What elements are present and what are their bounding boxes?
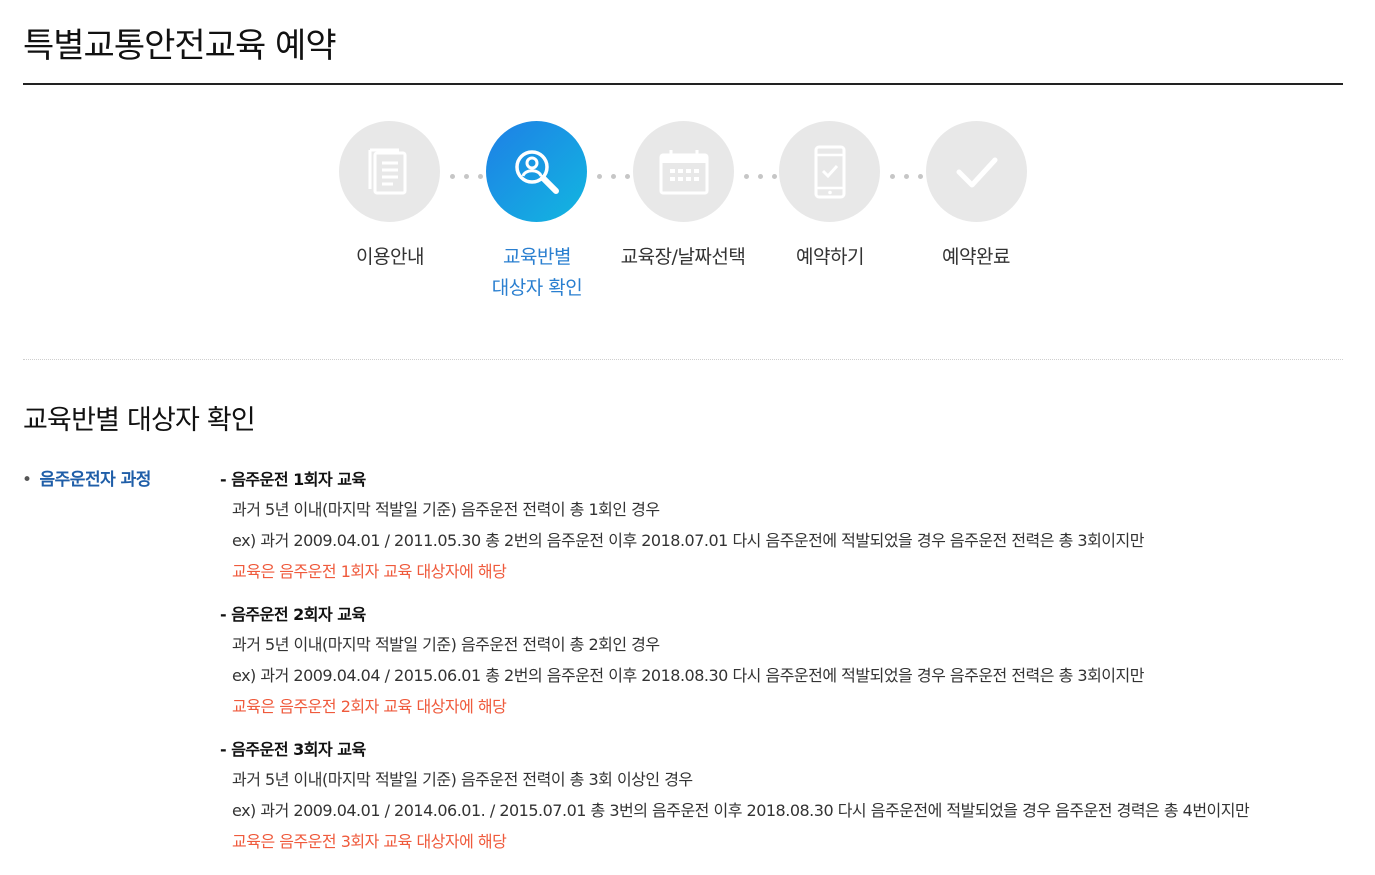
- check-icon: [956, 157, 997, 187]
- document-icon: [368, 148, 406, 194]
- item-example: ex) 과거 2009.04.01 / 2011.05.30 총 2번의 음주운…: [232, 531, 1144, 550]
- item-heading: - 음주운전 3회자 교육: [220, 740, 366, 759]
- section-title: 교육반별 대상자 확인: [23, 405, 256, 436]
- list-item: - 음주운전 1회자 교육 과거 5년 이내(마지막 적발일 기준) 음주운전 …: [220, 466, 1370, 587]
- step-connector-dots: [450, 174, 483, 179]
- list-item: - 음주운전 3회자 교육 과거 5년 이내(마지막 적발일 기준) 음주운전 …: [220, 736, 1370, 857]
- step-3-circle: [633, 121, 734, 222]
- bullet-icon: •: [22, 470, 32, 490]
- step-1-circle: [339, 121, 440, 222]
- progress-steps: 이용안내 교육반별 대상자 확인 교육장/날짜선택 예약하기 예약완료: [0, 0, 1375, 340]
- step-label-line: 대상자 확인: [491, 277, 583, 299]
- item-note: 교육은 음주운전 3회자 교육 대상자에 해당: [232, 832, 507, 851]
- course-label-text: 음주운전자 과정: [39, 470, 152, 490]
- course-label: • 음주운전자 과정: [22, 468, 151, 492]
- item-note: 교육은 음주운전 1회자 교육 대상자에 해당: [232, 562, 507, 581]
- person-search-icon: [514, 149, 559, 194]
- item-condition: 과거 5년 이내(마지막 적발일 기준) 음주운전 전력이 총 2회인 경우: [232, 635, 660, 654]
- course-items: - 음주운전 1회자 교육 과거 5년 이내(마지막 적발일 기준) 음주운전 …: [220, 466, 1370, 871]
- step-label-line: 예약완료: [942, 246, 1010, 268]
- item-heading: - 음주운전 1회자 교육: [220, 470, 366, 489]
- item-example: ex) 과거 2009.04.04 / 2015.06.01 총 2번의 음주운…: [232, 666, 1144, 685]
- item-condition: 과거 5년 이내(마지막 적발일 기준) 음주운전 전력이 총 3회 이상인 경…: [232, 770, 693, 789]
- step-connector-dots: [744, 174, 777, 179]
- item-example: ex) 과거 2009.04.01 / 2014.06.01. / 2015.0…: [232, 801, 1250, 820]
- list-item: - 음주운전 2회자 교육 과거 5년 이내(마지막 적발일 기준) 음주운전 …: [220, 601, 1370, 722]
- step-connector-dots: [890, 174, 923, 179]
- step-2-circle: [486, 121, 587, 222]
- section-divider: [23, 359, 1343, 360]
- step-5-circle: [926, 121, 1027, 222]
- item-note: 교육은 음주운전 2회자 교육 대상자에 해당: [232, 697, 507, 716]
- step-5-label: 예약완료: [886, 242, 1066, 273]
- mobile-check-icon: [814, 145, 845, 198]
- item-heading: - 음주운전 2회자 교육: [220, 605, 366, 624]
- calendar-icon: [659, 149, 708, 194]
- item-condition: 과거 5년 이내(마지막 적발일 기준) 음주운전 전력이 총 1회인 경우: [232, 500, 660, 519]
- step-connector-dots: [597, 174, 630, 179]
- step-4-circle: [779, 121, 880, 222]
